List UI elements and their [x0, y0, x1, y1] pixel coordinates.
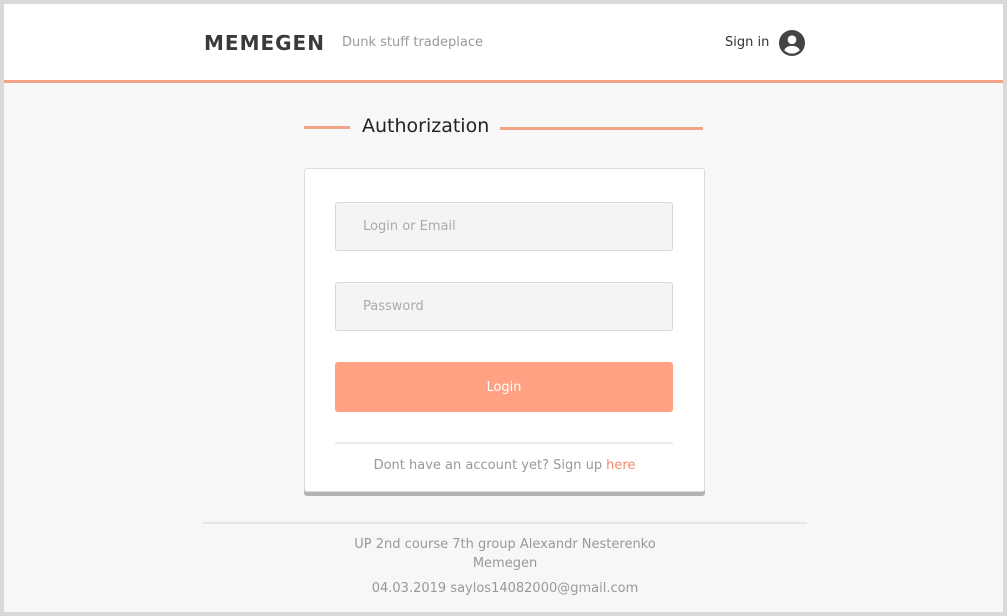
header: MEMEGEN Dunk stuff tradeplace Sign in: [4, 4, 1003, 83]
login-input[interactable]: [335, 202, 673, 251]
login-card: Login Dont have an account yet? Sign uph…: [304, 168, 705, 492]
tagline: Dunk stuff tradeplace: [342, 35, 483, 50]
footer-author: UP 2nd course 7th group Alexandr Nestere…: [354, 537, 656, 552]
account-circle-icon[interactable]: [779, 30, 805, 56]
page: MEMEGEN Dunk stuff tradeplace Sign in Au…: [4, 4, 1003, 612]
title-decor-line: [304, 126, 350, 129]
sign-in-link[interactable]: Sign in: [725, 35, 769, 50]
signup-text: Dont have an account yet? Sign up: [373, 458, 603, 473]
page-title: Authorization: [362, 115, 490, 137]
divider: [335, 442, 673, 444]
footer-divider: [203, 522, 807, 524]
title-decor-line: [500, 127, 703, 130]
signup-row: Dont have an account yet? Sign up here: [305, 458, 704, 473]
footer-contact: 04.03.2019 saylos14082000@gmail.com: [371, 581, 639, 596]
login-button[interactable]: Login: [335, 362, 673, 412]
auth-title-block: Authorization: [304, 112, 704, 142]
footer-project: Memegen: [472, 556, 538, 571]
password-input[interactable]: [335, 282, 673, 331]
brand-logo[interactable]: MEMEGEN: [204, 31, 325, 55]
signup-link[interactable]: here: [606, 458, 635, 473]
